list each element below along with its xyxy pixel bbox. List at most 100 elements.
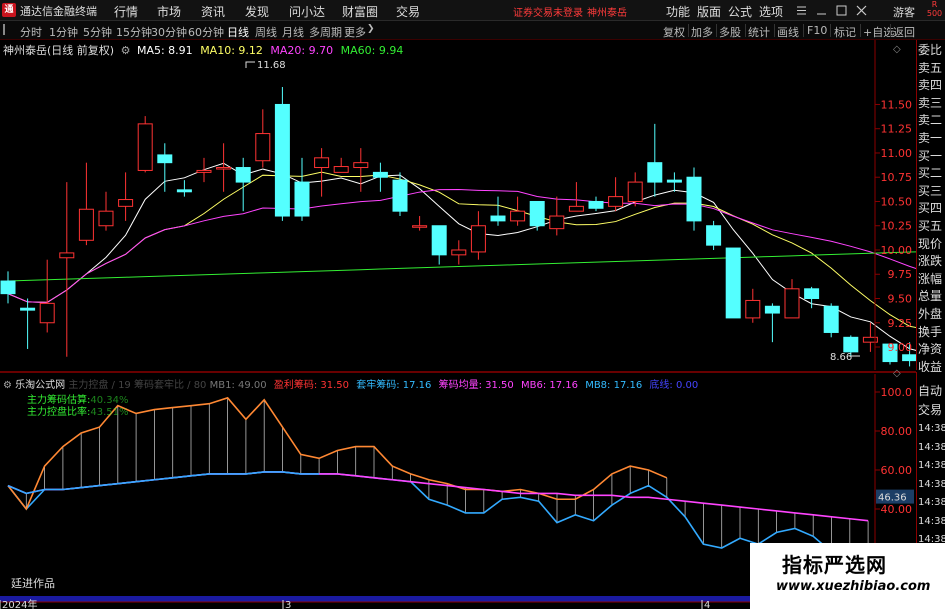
tool-f10[interactable]: F10 bbox=[807, 24, 827, 37]
candle[interactable] bbox=[0, 280, 16, 295]
period-30min[interactable]: 30分钟 bbox=[151, 24, 187, 40]
candle[interactable] bbox=[510, 210, 526, 222]
panel-item: 涨跌 bbox=[918, 254, 943, 269]
login-status[interactable]: 证券交易未登录 bbox=[513, 4, 583, 19]
menu-formula[interactable]: 公式 bbox=[728, 3, 752, 20]
candle[interactable] bbox=[843, 336, 859, 353]
candle[interactable] bbox=[902, 354, 916, 362]
candle[interactable] bbox=[118, 199, 134, 207]
period-60min[interactable]: 60分钟 bbox=[188, 24, 224, 40]
panel-item: 委比 bbox=[918, 43, 943, 57]
menu-layout[interactable]: 版面 bbox=[697, 3, 721, 20]
tool-multi-stock[interactable]: 多股 bbox=[719, 24, 741, 40]
menu-quotes[interactable]: 行情 bbox=[114, 3, 138, 20]
candle[interactable] bbox=[529, 200, 545, 227]
candle[interactable] bbox=[431, 225, 447, 256]
period-monthly[interactable]: 月线 bbox=[282, 24, 304, 40]
candle[interactable] bbox=[608, 196, 624, 207]
candlesticks[interactable] bbox=[0, 87, 916, 367]
candle[interactable] bbox=[627, 181, 643, 202]
candle[interactable] bbox=[686, 176, 702, 222]
candle[interactable] bbox=[549, 215, 565, 230]
candle[interactable] bbox=[196, 169, 212, 173]
candle[interactable] bbox=[490, 215, 506, 222]
candle[interactable] bbox=[137, 123, 153, 171]
candle[interactable] bbox=[333, 166, 349, 173]
candle[interactable] bbox=[706, 225, 722, 246]
tool-back[interactable]: 返回 bbox=[893, 24, 915, 40]
candle[interactable] bbox=[588, 200, 604, 209]
baseline-blue bbox=[7, 471, 320, 495]
divider bbox=[745, 24, 746, 37]
more-chevron-icon[interactable]: ❯ bbox=[367, 24, 375, 34]
candle[interactable] bbox=[725, 247, 741, 319]
menu-discover[interactable]: 发现 bbox=[245, 3, 269, 20]
sub-dim-text: 主力控盘 / 19 筹码套牢比 / 80 bbox=[68, 380, 207, 391]
maximize-icon[interactable] bbox=[836, 5, 847, 16]
candle[interactable] bbox=[176, 189, 192, 193]
sub-tick-label: 60.00 bbox=[881, 464, 913, 477]
menu-market[interactable]: 市场 bbox=[157, 3, 181, 20]
menu-function[interactable]: 功能 bbox=[666, 3, 690, 20]
tool-mark[interactable]: 标记 bbox=[834, 24, 856, 40]
candle[interactable] bbox=[255, 133, 271, 162]
candle[interactable] bbox=[392, 179, 408, 212]
trapped-chips-line bbox=[7, 471, 869, 569]
candle[interactable] bbox=[764, 305, 780, 314]
menu-ask[interactable]: 问小达 bbox=[289, 3, 325, 20]
candle[interactable] bbox=[647, 162, 663, 183]
candle[interactable] bbox=[59, 252, 75, 259]
period-weekly[interactable]: 周线 bbox=[255, 24, 277, 40]
toolbar-grip-icon bbox=[3, 24, 11, 35]
candle[interactable] bbox=[314, 157, 330, 169]
candle[interactable] bbox=[412, 225, 428, 228]
sub-settings-icon[interactable]: ⚙ bbox=[3, 380, 12, 391]
period-daily[interactable]: 日线 bbox=[227, 24, 249, 40]
candle[interactable] bbox=[216, 167, 232, 170]
diamond-icon[interactable]: ◇ bbox=[893, 368, 901, 379]
price-axis: 11.50 11.25 11.00 10.75 10.50 10.25 10.00 9.75 9… bbox=[245, 40, 912, 370]
candle[interactable] bbox=[823, 305, 839, 333]
menu-options[interactable]: 选项 bbox=[759, 3, 783, 20]
badge-top: R bbox=[931, 0, 938, 9]
period-multi[interactable]: 多周期 bbox=[309, 24, 342, 40]
tool-adjust[interactable]: 复权 bbox=[663, 24, 685, 40]
candle[interactable] bbox=[784, 288, 800, 319]
candle[interactable] bbox=[157, 154, 173, 164]
candle[interactable] bbox=[451, 249, 467, 256]
candle[interactable] bbox=[98, 210, 114, 227]
close-icon[interactable] bbox=[856, 5, 867, 16]
ma60-value: MA60: 9.94 bbox=[340, 44, 404, 57]
diamond-icon[interactable]: ◇ bbox=[893, 44, 901, 55]
period-15min[interactable]: 15分钟 bbox=[116, 24, 152, 40]
candle[interactable] bbox=[804, 288, 820, 300]
tool-draw[interactable]: 画线 bbox=[777, 24, 799, 40]
candle[interactable] bbox=[568, 205, 584, 212]
menu-wealth[interactable]: 财富圈 bbox=[342, 3, 378, 20]
candle[interactable] bbox=[353, 162, 369, 169]
panel-item: 外盘 bbox=[918, 307, 943, 321]
menu-news[interactable]: 资讯 bbox=[201, 3, 225, 20]
settings-gear-icon[interactable]: ⚙ bbox=[121, 44, 131, 57]
period-5min[interactable]: 5分钟 bbox=[83, 24, 112, 40]
candle[interactable] bbox=[20, 307, 36, 311]
menu-trade[interactable]: 交易 bbox=[396, 3, 420, 20]
panel-item: 买三 bbox=[918, 183, 943, 198]
candle[interactable] bbox=[39, 302, 55, 324]
candle[interactable] bbox=[745, 299, 761, 319]
candle[interactable] bbox=[666, 179, 682, 183]
period-tick[interactable]: 分时 bbox=[20, 24, 42, 40]
candle[interactable] bbox=[470, 225, 486, 253]
period-more[interactable]: 更多 bbox=[344, 24, 366, 40]
candle[interactable] bbox=[372, 171, 388, 178]
list-icon[interactable] bbox=[797, 6, 806, 15]
period-1min[interactable]: 1分钟 bbox=[49, 24, 78, 40]
tool-stats[interactable]: 统计 bbox=[748, 24, 770, 40]
candle[interactable] bbox=[235, 167, 251, 183]
tool-add[interactable]: 加多 bbox=[691, 24, 713, 40]
formula-title: 乐淘公式网 bbox=[15, 380, 66, 391]
candle[interactable] bbox=[274, 103, 290, 217]
guest-label[interactable]: 游客 bbox=[893, 4, 915, 20]
candle[interactable] bbox=[294, 181, 310, 217]
candle[interactable] bbox=[78, 208, 94, 241]
